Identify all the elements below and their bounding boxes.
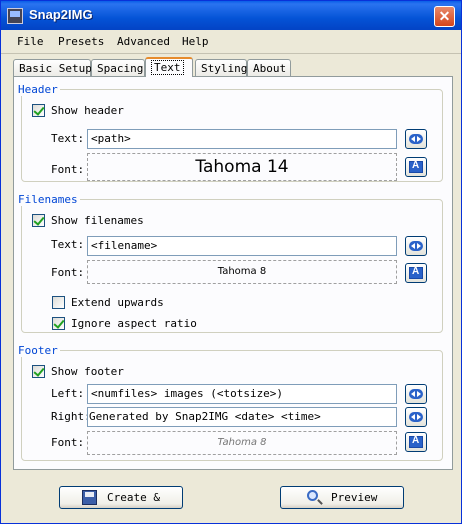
arrows-icon: [409, 134, 423, 144]
extend-upwards-label[interactable]: Extend upwards: [71, 296, 164, 309]
tab-styling[interactable]: Styling: [195, 59, 247, 76]
filenames-legend: Filenames: [18, 193, 78, 206]
preview-button[interactable]: Preview: [280, 486, 404, 509]
footer-font-sample: Tahoma 8: [87, 431, 397, 455]
window-title: Snap2IMG: [29, 7, 93, 22]
tab-spacing-label: Spacing: [97, 62, 144, 75]
arrows-icon: [409, 412, 423, 422]
show-header-checkbox[interactable]: [32, 104, 45, 117]
footer-right-insert-variable-button[interactable]: [405, 407, 427, 427]
filenames-group: Filenames Show filenames Text: <filename…: [18, 193, 443, 333]
tab-basic-setup-label: Basic Setup: [19, 62, 92, 75]
footer-font-label: Font:: [51, 436, 85, 449]
footer-font-button[interactable]: [405, 432, 427, 452]
show-footer-checkbox[interactable]: [32, 365, 45, 378]
ignore-aspect-ratio-checkbox[interactable]: [52, 317, 65, 330]
app-window: Snap2IMG ✕ File Presets Advanced Help Ba…: [0, 0, 462, 524]
close-button[interactable]: ✕: [434, 6, 455, 27]
title-bar[interactable]: Snap2IMG ✕: [1, 1, 461, 30]
magnifier-icon: [307, 490, 318, 501]
menu-file[interactable]: File: [17, 35, 44, 48]
footer-right-input[interactable]: Generated by Snap2IMG <date> <time>: [87, 407, 397, 427]
menu-bar: File Presets Advanced Help: [1, 31, 461, 54]
font-icon: [409, 160, 423, 173]
menu-presets[interactable]: Presets: [58, 35, 104, 48]
save-icon: [82, 490, 97, 505]
header-insert-variable-button[interactable]: [405, 129, 427, 149]
tab-basic-setup[interactable]: Basic Setup: [13, 59, 92, 76]
create-button[interactable]: Create &: [59, 486, 183, 509]
filenames-font-sample: Tahoma 8: [87, 260, 397, 284]
footer-left-insert-variable-button[interactable]: [405, 384, 427, 404]
preview-button-label: Preview: [331, 491, 378, 504]
tab-text-label: Text: [151, 60, 184, 75]
tab-about-label: About: [253, 62, 287, 75]
header-font-button[interactable]: [405, 157, 427, 177]
footer-left-label: Left:: [51, 387, 85, 400]
extend-upwards-checkbox[interactable]: [52, 296, 65, 309]
show-filenames-label[interactable]: Show filenames: [51, 214, 144, 227]
menu-advanced[interactable]: Advanced: [117, 35, 170, 48]
tab-spacing[interactable]: Spacing: [91, 59, 145, 76]
filenames-text-label: Text:: [51, 238, 85, 251]
header-text-input[interactable]: <path>: [87, 129, 397, 149]
footer-right-label: Right:: [51, 410, 91, 423]
ignore-aspect-ratio-label[interactable]: Ignore aspect ratio: [71, 317, 197, 330]
header-font-sample: Tahoma 14: [87, 153, 397, 181]
tab-strip: Basic Setup Spacing Text Styling About: [13, 57, 453, 77]
show-filenames-checkbox[interactable]: [32, 214, 45, 227]
filenames-font-button[interactable]: [405, 263, 427, 283]
filenames-text-input[interactable]: <filename>: [87, 236, 397, 256]
create-button-label: Create &: [107, 491, 160, 504]
app-icon[interactable]: [7, 8, 23, 24]
filenames-font-label: Font:: [51, 266, 85, 279]
font-icon: [409, 435, 423, 448]
close-icon: ✕: [438, 8, 451, 24]
tab-text[interactable]: Text: [145, 57, 193, 77]
header-font-label: Font:: [51, 163, 85, 176]
filenames-insert-variable-button[interactable]: [405, 236, 427, 256]
font-icon: [409, 266, 423, 279]
tab-about[interactable]: About: [247, 59, 291, 76]
arrows-icon: [409, 241, 423, 251]
show-header-label[interactable]: Show header: [51, 104, 124, 117]
footer-group: Footer Show footer Left: <numfiles> imag…: [18, 344, 443, 461]
arrows-icon: [409, 389, 423, 399]
header-group: Header Show header Text: <path> Font: Ta…: [18, 83, 443, 182]
footer-legend: Footer: [18, 344, 58, 357]
show-footer-label[interactable]: Show footer: [51, 365, 124, 378]
footer-left-input[interactable]: <numfiles> images (<totsize>): [87, 384, 397, 404]
header-legend: Header: [18, 83, 58, 96]
text-tab-panel: Header Show header Text: <path> Font: Ta…: [13, 76, 453, 470]
menu-help[interactable]: Help: [182, 35, 209, 48]
header-text-label: Text:: [51, 132, 85, 145]
tab-styling-label: Styling: [201, 62, 248, 75]
